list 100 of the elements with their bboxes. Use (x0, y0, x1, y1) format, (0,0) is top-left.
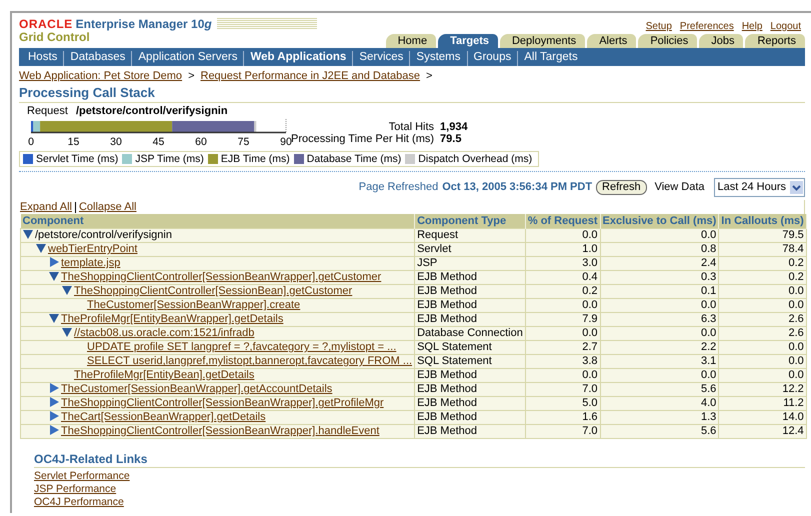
page-title: Processing Call Stack (19, 85, 805, 103)
table-cell: 7.0 (525, 382, 600, 396)
table-cell: 3.0 (525, 256, 600, 270)
tab[interactable]: Policies (638, 34, 698, 48)
table-cell: 14.0 (718, 410, 806, 424)
global-link[interactable]: Logout (770, 21, 801, 32)
expanded-triangle-icon[interactable] (49, 271, 59, 281)
table-cell: 0.0 (600, 368, 719, 382)
column-header: Component (20, 214, 415, 228)
related-link[interactable]: OC4J Performance (34, 496, 124, 509)
tab[interactable]: Alerts (587, 34, 636, 48)
expanded-triangle-icon[interactable] (62, 285, 72, 295)
chevron-icon (790, 180, 803, 194)
legend-label: Servlet Time (ms) (36, 153, 118, 165)
stat-value: 79.5 (440, 133, 462, 145)
global-link[interactable]: Preferences (680, 21, 734, 32)
table-cell: 0.0 (600, 228, 719, 242)
global-link[interactable]: Help (742, 21, 762, 32)
breadcrumb-link[interactable]: Request Performance in J2EE and Database (200, 70, 420, 82)
column-header: Component Type (414, 214, 526, 228)
nav-link[interactable]: Services (353, 51, 410, 66)
table-cell: SQL Statement (414, 354, 526, 368)
nav-link[interactable]: Systems (410, 51, 468, 66)
table-cell: 1.3 (600, 410, 719, 424)
component-link[interactable]: template.jsp (61, 257, 120, 269)
table-cell: 5.6 (600, 382, 719, 396)
legend-label: Dispatch Overhead (ms) (418, 153, 532, 165)
table-cell: JSP (414, 256, 526, 270)
column-header: % of Request (525, 214, 600, 228)
table-cell: 0.2 (718, 256, 806, 270)
table-cell: 4.0 (600, 396, 719, 410)
stat-value: 1,934 (440, 121, 468, 133)
expanded-triangle-icon[interactable] (62, 327, 72, 337)
tab[interactable]: Deployments (500, 34, 586, 48)
table-cell: 0.0 (718, 354, 806, 368)
table-cell: 3.8 (525, 354, 600, 368)
expanded-triangle-icon[interactable] (36, 243, 46, 253)
table-cell: Database Connection (414, 326, 526, 340)
table-cell: 0.0 (600, 326, 719, 340)
component-name: /petstore/control/verifysignin (35, 229, 172, 241)
table-cell: 2.6 (718, 326, 806, 340)
request-label: Request (27, 104, 68, 116)
table-cell: 5.0 (525, 396, 600, 410)
table-cell: 0.0 (525, 326, 600, 340)
collapsed-triangle-icon[interactable] (49, 411, 59, 421)
tree-action-link[interactable]: Collapse All (74, 202, 140, 212)
tab[interactable]: Targets (438, 34, 498, 48)
tab[interactable]: Reports (745, 34, 805, 48)
global-link[interactable]: Setup (646, 21, 672, 32)
table-cell: 2.7 (525, 340, 600, 354)
column-header: In Callouts (ms) (718, 214, 806, 228)
table-cell: 2.2 (600, 340, 719, 354)
view-data-dropdown[interactable]: Last 24 Hours (714, 178, 805, 196)
nav-link[interactable]: Databases (64, 51, 132, 66)
table-cell: Request (414, 228, 526, 242)
table-cell: EJB Method (414, 382, 526, 396)
table-cell: 0.2 (525, 284, 600, 298)
table-cell: 7.0 (525, 424, 600, 438)
breadcrumb-link[interactable]: Web Application: Pet Store Demo (19, 70, 182, 82)
table-cell: EJB Method (414, 410, 526, 424)
table-cell: 0.2 (718, 270, 806, 284)
refresh-button[interactable]: Refresh (596, 180, 647, 194)
table-cell: 0.8 (600, 242, 719, 256)
table-cell: EJB Method (414, 424, 526, 438)
collapsed-triangle-icon[interactable] (49, 383, 59, 393)
table-cell: 2.6 (718, 312, 806, 326)
legend-label: Database Time (ms) (306, 153, 402, 165)
breadcrumb-separator: > (426, 70, 432, 82)
table-cell: 3.1 (600, 354, 719, 368)
legend-label: EJB Time (ms) (220, 153, 290, 165)
nav-link[interactable]: All Targets (518, 51, 584, 66)
component-link[interactable]: webTierEntryPoint (48, 243, 138, 255)
view-data-label: View Data (654, 181, 705, 193)
table-cell: 0.0 (525, 298, 600, 312)
tree-action-link[interactable]: Expand All (20, 201, 75, 213)
tab[interactable]: Jobs (699, 34, 744, 48)
table-cell: 11.2 (718, 396, 806, 410)
table-cell: EJB Method (414, 396, 526, 410)
nav-link[interactable]: Application Servers (132, 51, 244, 66)
axis-tick-label: 60 (195, 136, 207, 148)
nav-link[interactable]: Web Applications (244, 51, 354, 66)
expanded-triangle-icon[interactable] (23, 229, 33, 239)
table-cell: 1.0 (525, 242, 600, 256)
legend-label: JSP Time (ms) (135, 153, 204, 165)
table-cell: 0.0 (718, 340, 806, 354)
collapsed-triangle-icon[interactable] (49, 425, 59, 435)
refresh-label: Page Refreshed (358, 181, 438, 193)
expanded-triangle-icon[interactable] (49, 313, 59, 323)
table-cell: 0.0 (525, 228, 600, 242)
table-cell: 7.9 (525, 312, 600, 326)
related-link[interactable]: JSP Performance (34, 483, 116, 496)
tab[interactable]: Home (386, 34, 436, 48)
related-link[interactable]: Servlet Performance (34, 470, 130, 483)
nav-link[interactable]: Groups (468, 51, 518, 66)
nav-link[interactable]: Hosts (22, 51, 64, 66)
refresh-timestamp: Oct 13, 2005 3:56:34 PM PDT (442, 181, 592, 193)
collapsed-triangle-icon[interactable] (49, 397, 59, 407)
collapsed-triangle-icon[interactable] (49, 257, 59, 267)
table-cell: 0.0 (600, 298, 719, 312)
oracle-logo: ORACLE (19, 17, 73, 31)
